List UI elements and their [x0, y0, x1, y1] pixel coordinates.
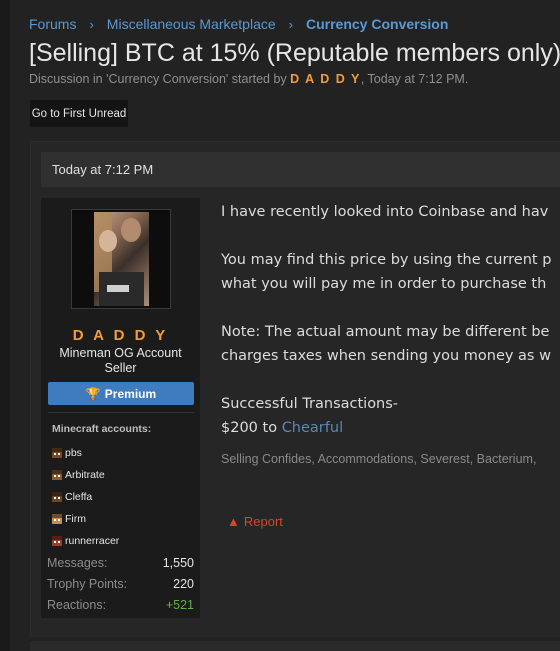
- stat-trophy-points: Trophy Points: 220: [47, 573, 194, 594]
- warning-icon: ▲: [227, 514, 240, 529]
- minecraft-account-name: runnerracer: [65, 535, 120, 547]
- post: Today at 7:12 PM D A D D Y Mineman OG Ac…: [30, 141, 560, 637]
- message-paragraph: Successful Transactions- $200 to Chearful: [221, 396, 399, 436]
- page-content: Forums › Miscellaneous Marketplace › Cur…: [10, 0, 560, 651]
- breadcrumb-separator-icon: ›: [89, 16, 94, 32]
- message-arrow: [200, 200, 210, 220]
- thread-meta: Discussion in 'Currency Conversion' star…: [29, 72, 468, 86]
- minecraft-account-name: pbs: [65, 447, 82, 459]
- thread-author-link[interactable]: D A D D Y: [290, 72, 361, 86]
- minecraft-head-icon: [52, 470, 62, 480]
- thread-meta-suffix: , Today at 7:12 PM.: [360, 72, 469, 86]
- minecraft-account-item[interactable]: Firm: [52, 508, 119, 530]
- message-paragraph: You may find this price by using the cur…: [221, 252, 552, 292]
- stat-value: +521: [165, 597, 194, 612]
- minecraft-account-item[interactable]: runnerracer: [52, 530, 119, 552]
- minecraft-head-icon: [52, 536, 62, 546]
- minecraft-head-icon: [52, 492, 62, 502]
- user-title: Mineman OG Account Seller: [59, 346, 182, 375]
- stat-label: Reactions:: [47, 597, 107, 612]
- minecraft-account-name: Firm: [65, 513, 86, 525]
- divider: [48, 412, 194, 413]
- post-date[interactable]: Today at 7:12 PM: [52, 162, 153, 177]
- message-paragraph: I have recently looked into Coinbase and…: [221, 204, 549, 220]
- user-mention-link[interactable]: Chearful: [282, 420, 343, 436]
- post-tags: Selling Confides, Accommodations, Severe…: [221, 452, 537, 466]
- next-post-edge: [30, 641, 560, 651]
- minecraft-head-icon: [52, 514, 62, 524]
- premium-badge-label: Premium: [104, 386, 157, 401]
- minecraft-account-name: Cleffa: [65, 491, 93, 503]
- stat-reactions: Reactions: +521: [47, 594, 194, 615]
- breadcrumb-separator-icon: ›: [288, 16, 293, 32]
- stat-value[interactable]: 1,550: [163, 556, 194, 570]
- thread-meta-prefix: Discussion in 'Currency Conversion' star…: [29, 72, 291, 86]
- minecraft-account-item[interactable]: pbs: [52, 442, 119, 464]
- post-header: Today at 7:12 PM: [41, 152, 560, 187]
- minecraft-account-item[interactable]: Cleffa: [52, 486, 119, 508]
- stat-messages: Messages: 1,550: [47, 552, 194, 573]
- minecraft-accounts-list: pbs Arbitrate Cleffa Firm runnerracer: [52, 442, 119, 552]
- minecraft-account-item[interactable]: Arbitrate: [52, 464, 119, 486]
- stat-value[interactable]: 220: [173, 577, 194, 591]
- message-body: I have recently looked into Coinbase and…: [221, 200, 560, 464]
- stat-label: Messages:: [47, 555, 108, 570]
- minecraft-accounts-heading: Minecraft accounts:: [52, 423, 152, 435]
- minecraft-account-name: Arbitrate: [65, 469, 105, 481]
- report-label: Report: [243, 514, 283, 529]
- user-card: D A D D Y Mineman OG Account Seller 🏆 Pr…: [41, 198, 200, 618]
- report-button[interactable]: ▲ Report: [227, 514, 283, 529]
- breadcrumb-miscellaneous-marketplace[interactable]: Miscellaneous Marketplace: [107, 16, 276, 32]
- user-stats: Messages: 1,550 Trophy Points: 220 React…: [47, 552, 194, 615]
- username[interactable]: D A D D Y: [41, 327, 200, 344]
- trophy-icon: 🏆: [85, 386, 101, 401]
- go-to-first-unread-button[interactable]: Go to First Unread: [30, 100, 128, 127]
- avatar-image: [94, 212, 149, 306]
- breadcrumb-currency-conversion[interactable]: Currency Conversion: [306, 16, 448, 32]
- thread-title: [Selling] BTC at 15% (Reputable members …: [29, 39, 560, 67]
- avatar[interactable]: [71, 209, 171, 309]
- message-paragraph: Note: The actual amount may be different…: [221, 324, 551, 364]
- minecraft-head-icon: [52, 448, 62, 458]
- stat-label: Trophy Points:: [47, 576, 128, 591]
- breadcrumb-forums[interactable]: Forums: [29, 16, 76, 32]
- page-left-edge: [0, 0, 10, 651]
- breadcrumb: Forums › Miscellaneous Marketplace › Cur…: [29, 16, 448, 32]
- premium-badge: 🏆 Premium: [48, 382, 194, 405]
